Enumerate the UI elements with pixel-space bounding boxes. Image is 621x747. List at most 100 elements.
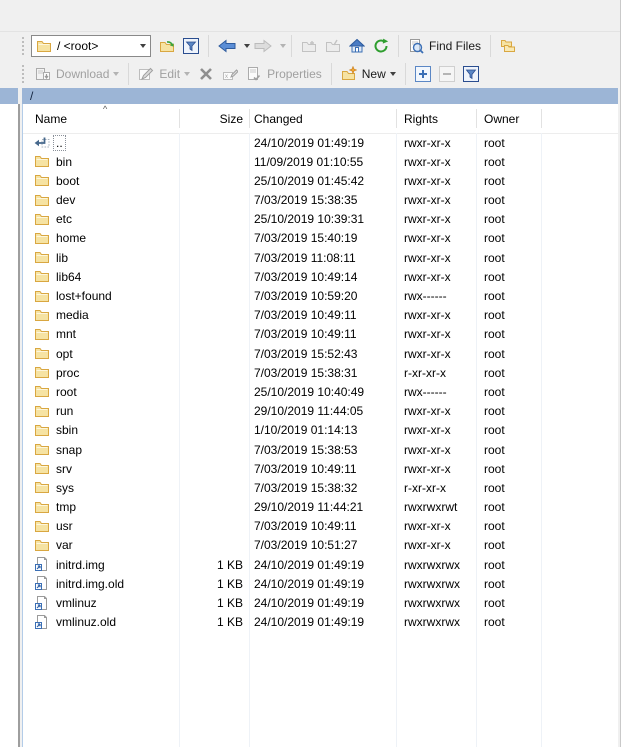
- column-resize-handle[interactable]: [179, 109, 180, 128]
- filter-button[interactable]: [179, 34, 203, 58]
- directory-address-combo[interactable]: / <root>: [31, 35, 151, 57]
- file-name: vmlinuz.old: [56, 615, 116, 629]
- file-row[interactable]: run 29/10/2019 11:44:05 rwxr-xr-x root: [23, 402, 618, 421]
- delete-button[interactable]: [194, 62, 218, 86]
- file-row[interactable]: initrd.img.old 1 KB 24/10/2019 01:49:19 …: [23, 574, 618, 593]
- properties-button[interactable]: Properties: [242, 62, 326, 86]
- directory-address-value: / <root>: [57, 39, 98, 53]
- file-owner: root: [484, 385, 505, 399]
- rename-button[interactable]: x: [218, 62, 242, 86]
- file-name: proc: [56, 366, 79, 380]
- column-header-size[interactable]: Size: [173, 112, 243, 126]
- file-owner: root: [484, 615, 505, 629]
- download-options-chevron-icon[interactable]: [113, 72, 119, 76]
- column-header-owner[interactable]: Owner: [484, 112, 519, 126]
- file-row[interactable]: home 7/03/2019 15:40:19 rwxr-xr-x root: [23, 229, 618, 248]
- file-size: 1 KB: [173, 558, 243, 572]
- delete-x-icon: [198, 66, 214, 82]
- file-owner: root: [484, 366, 505, 380]
- remove-from-selection-button[interactable]: [435, 62, 459, 86]
- file-rights: r-xr-xr-x: [404, 366, 446, 380]
- toolbar-grip[interactable]: [22, 37, 24, 55]
- file-row[interactable]: root 25/10/2019 10:40:49 rwx------ root: [23, 382, 618, 401]
- parent-directory-button[interactable]: [297, 34, 321, 58]
- column-header-name[interactable]: Name: [35, 112, 67, 126]
- synchronize-browsing-button[interactable]: [496, 34, 520, 58]
- add-to-selection-button[interactable]: [411, 62, 435, 86]
- file-row[interactable]: var 7/03/2019 10:51:27 rwxr-xr-x root: [23, 536, 618, 555]
- file-changed: 29/10/2019 11:44:21: [254, 500, 363, 514]
- file-row[interactable]: lost+found 7/03/2019 10:59:20 rwx------ …: [23, 287, 618, 306]
- file-name: var: [56, 538, 73, 552]
- folder-icon: [34, 192, 50, 208]
- file-name: run: [56, 404, 73, 418]
- file-rights: rwxrwxrwx: [404, 596, 460, 610]
- file-changed: 7/03/2019 15:38:31: [254, 366, 357, 380]
- home-directory-button[interactable]: [345, 34, 369, 58]
- file-rights: rwxr-xr-x: [404, 174, 451, 188]
- file-row[interactable]: srv 7/03/2019 10:49:11 rwxr-xr-x root: [23, 459, 618, 478]
- file-row[interactable]: sbin 1/10/2019 01:14:13 rwxr-xr-x root: [23, 421, 618, 440]
- column-resize-handle[interactable]: [476, 109, 477, 128]
- file-changed: 24/10/2019 01:49:19: [254, 136, 364, 150]
- file-row[interactable]: opt 7/03/2019 15:52:43 rwxr-xr-x root: [23, 344, 618, 363]
- file-owner: root: [484, 155, 505, 169]
- file-row[interactable]: snap 7/03/2019 15:38:53 rwxr-xr-x root: [23, 440, 618, 459]
- file-row[interactable]: initrd.img 1 KB 24/10/2019 01:49:19 rwxr…: [23, 555, 618, 574]
- file-owner: root: [484, 404, 505, 418]
- file-row[interactable]: tmp 29/10/2019 11:44:21 rwxrwxrwt root: [23, 498, 618, 517]
- file-row[interactable]: lib64 7/03/2019 10:49:14 rwxr-xr-x root: [23, 267, 618, 286]
- selection-filter-button[interactable]: [459, 62, 483, 86]
- file-row[interactable]: mnt 7/03/2019 10:49:11 rwxr-xr-x root: [23, 325, 618, 344]
- column-header-changed[interactable]: Changed: [254, 112, 303, 126]
- open-directory-button[interactable]: [155, 34, 179, 58]
- properties-icon: [246, 66, 262, 82]
- adjacent-panel-path-sliver: [0, 88, 18, 104]
- file-row[interactable]: media 7/03/2019 10:49:11 rwxr-xr-x root: [23, 306, 618, 325]
- column-header-rights[interactable]: Rights: [404, 112, 438, 126]
- current-path-bar[interactable]: /: [22, 88, 618, 104]
- file-changed: 24/10/2019 01:49:19: [254, 577, 364, 591]
- file-row[interactable]: sys 7/03/2019 15:38:32 r-xr-xr-x root: [23, 478, 618, 497]
- chevron-down-icon[interactable]: [140, 44, 146, 48]
- back-button[interactable]: [214, 34, 240, 58]
- column-resize-handle[interactable]: [396, 109, 397, 128]
- download-button[interactable]: Download: [31, 62, 123, 86]
- file-changed: 7/03/2019 11:08:11: [254, 251, 356, 265]
- file-row[interactable]: usr 7/03/2019 10:49:11 rwxr-xr-x root: [23, 517, 618, 536]
- root-directory-button[interactable]: [321, 34, 345, 58]
- file-row[interactable]: .. 24/10/2019 01:49:19 rwxr-xr-x root: [23, 133, 618, 152]
- find-files-button[interactable]: Find Files: [404, 34, 485, 58]
- file-owner: root: [484, 462, 505, 476]
- navigation-toolbar: / <root>: [0, 32, 621, 60]
- column-resize-handle[interactable]: [249, 109, 250, 128]
- back-arrow-icon: [218, 39, 236, 53]
- file-row[interactable]: lib 7/03/2019 11:08:11 rwxr-xr-x root: [23, 248, 618, 267]
- file-owner: root: [484, 212, 505, 226]
- new-button[interactable]: New: [337, 62, 400, 86]
- toolbar-grip[interactable]: [22, 65, 24, 83]
- file-row[interactable]: proc 7/03/2019 15:38:31 r-xr-xr-x root: [23, 363, 618, 382]
- file-owner: root: [484, 443, 505, 457]
- file-rights: rwxr-xr-x: [404, 136, 451, 150]
- file-row[interactable]: vmlinuz 1 KB 24/10/2019 01:49:19 rwxrwxr…: [23, 594, 618, 613]
- file-row[interactable]: dev 7/03/2019 15:38:35 rwxr-xr-x root: [23, 191, 618, 210]
- file-row[interactable]: vmlinuz.old 1 KB 24/10/2019 01:49:19 rwx…: [23, 613, 618, 632]
- refresh-button[interactable]: [369, 34, 393, 58]
- file-row[interactable]: etc 25/10/2019 10:39:31 rwxr-xr-x root: [23, 210, 618, 229]
- file-changed: 7/03/2019 15:38:32: [254, 481, 357, 495]
- file-owner: root: [484, 289, 505, 303]
- edit-options-chevron-icon[interactable]: [184, 72, 190, 76]
- forward-history-chevron-icon[interactable]: [280, 44, 286, 48]
- folder-icon: [34, 383, 50, 399]
- file-row[interactable]: bin 11/09/2019 01:10:55 rwxr-xr-x root: [23, 152, 618, 171]
- edit-button[interactable]: Edit: [134, 62, 194, 86]
- file-row[interactable]: boot 25/10/2019 01:45:42 rwxr-xr-x root: [23, 171, 618, 190]
- file-size: 1 KB: [173, 615, 243, 629]
- new-options-chevron-icon[interactable]: [390, 72, 396, 76]
- column-resize-handle[interactable]: [541, 109, 542, 128]
- file-name: initrd.img: [56, 558, 105, 572]
- file-rights: r-xr-xr-x: [404, 481, 446, 495]
- file-rights: rwxr-xr-x: [404, 155, 451, 169]
- forward-button[interactable]: [250, 34, 276, 58]
